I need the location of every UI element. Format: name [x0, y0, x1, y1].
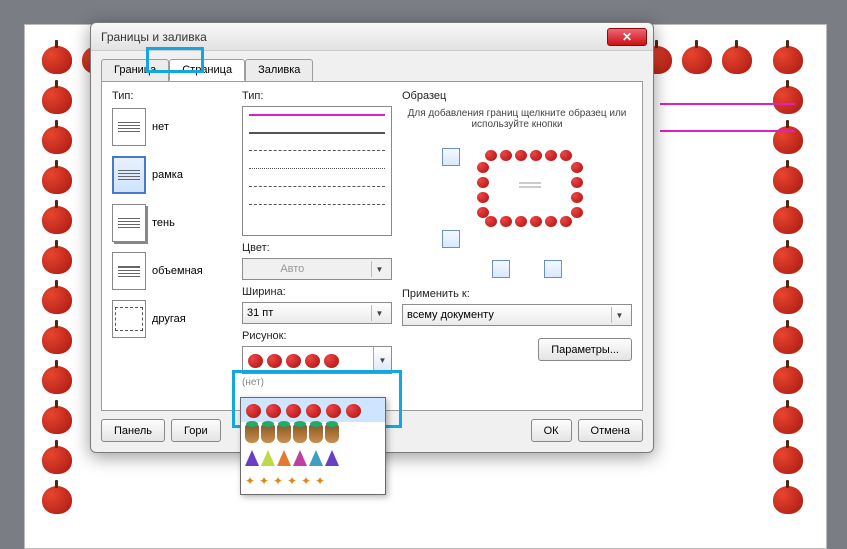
apple-art-preview	[247, 351, 341, 369]
close-icon: ✕	[622, 30, 632, 44]
chevron-down-icon: ▼	[371, 261, 387, 277]
tab-border[interactable]: Граница	[101, 59, 169, 81]
art-option-cones[interactable]	[241, 446, 385, 470]
style-label: Тип:	[242, 90, 392, 102]
chevron-down-icon: ▼	[371, 305, 387, 321]
preview-bottom-button[interactable]	[442, 230, 460, 248]
dialog-title: Границы и заливка	[101, 30, 207, 44]
dialog-body: Тип: нет рамка тень	[101, 81, 643, 411]
page-border-right	[771, 40, 811, 539]
close-button[interactable]: ✕	[607, 28, 647, 46]
setting-box[interactable]: рамка	[112, 154, 232, 196]
apply-value: всему документу	[407, 309, 494, 321]
style-dashed[interactable]	[249, 150, 385, 152]
doc-rule-line	[660, 103, 795, 105]
art-none-hint: (нет)	[242, 377, 392, 388]
setting-custom[interactable]: другая	[112, 298, 232, 340]
art-option-apples[interactable]	[241, 398, 385, 422]
setting-none[interactable]: нет	[112, 106, 232, 148]
setting-none-label: нет	[152, 121, 169, 133]
shadow-icon	[112, 204, 146, 242]
tab-fill[interactable]: Заливка	[245, 59, 313, 81]
setting-column: Тип: нет рамка тень	[112, 90, 232, 398]
art-option-palms[interactable]	[241, 422, 385, 446]
chevron-down-icon: ▼	[611, 307, 627, 323]
custom-icon	[112, 300, 146, 338]
style-column: Тип: Цвет: Авто ▼ Ширина: 31 пт ▼ Рисуно…	[242, 90, 392, 398]
preview-column: Образец Для добавления границ щелкните о…	[402, 90, 632, 398]
volume-icon	[112, 252, 146, 290]
setting-3d[interactable]: объемная	[112, 250, 232, 292]
style-solid-thin[interactable]	[249, 132, 385, 134]
width-label: Ширина:	[242, 286, 392, 298]
setting-custom-label: другая	[152, 313, 186, 325]
toolbar-button[interactable]: Панель	[101, 419, 165, 442]
width-combo[interactable]: 31 пт ▼	[242, 302, 392, 324]
chevron-down-icon: ▼	[373, 347, 391, 373]
preview-top-button[interactable]	[442, 148, 460, 166]
color-combo[interactable]: Авто ▼	[242, 258, 392, 280]
width-value: 31 пт	[247, 307, 273, 319]
cancel-button[interactable]: Отмена	[578, 419, 643, 442]
preview-label: Образец	[402, 90, 632, 102]
style-solid-magenta[interactable]	[249, 114, 385, 116]
preview-hint: Для добавления границ щелкните образец и…	[402, 108, 632, 130]
doc-rule-line	[660, 130, 795, 132]
apply-label: Применить к:	[402, 288, 632, 300]
color-value: Авто	[280, 263, 304, 275]
preview-left-button[interactable]	[492, 260, 510, 278]
art-option-sparks[interactable]	[241, 470, 385, 494]
art-label: Рисунок:	[242, 330, 392, 342]
page-border-left	[40, 40, 80, 539]
art-dropdown-list[interactable]	[240, 397, 386, 495]
apply-to-combo[interactable]: всему документу ▼	[402, 304, 632, 326]
style-dotted[interactable]	[249, 168, 385, 170]
preview-frame	[476, 148, 584, 236]
line-style-list[interactable]	[242, 106, 392, 236]
ok-button[interactable]: ОК	[531, 419, 572, 442]
none-icon	[112, 108, 146, 146]
preview-box	[432, 148, 602, 278]
horizontal-line-button[interactable]: Гори	[171, 419, 221, 442]
setting-box-label: рамка	[152, 169, 183, 181]
preview-right-button[interactable]	[544, 260, 562, 278]
setting-shadow[interactable]: тень	[112, 202, 232, 244]
titlebar[interactable]: Границы и заливка ✕	[91, 23, 653, 51]
color-label: Цвет:	[242, 242, 392, 254]
borders-shading-dialog: Границы и заливка ✕ Граница Страница Зал…	[90, 22, 654, 453]
box-icon	[112, 156, 146, 194]
style-dashdotdot[interactable]	[249, 204, 385, 206]
type-label: Тип:	[112, 90, 232, 102]
style-dashdot[interactable]	[249, 186, 385, 188]
setting-3d-label: объемная	[152, 265, 203, 277]
tab-page[interactable]: Страница	[169, 59, 245, 81]
options-button[interactable]: Параметры...	[538, 338, 632, 361]
art-combo[interactable]: ▼	[242, 346, 392, 374]
setting-shadow-label: тень	[152, 217, 175, 229]
tab-row: Граница Страница Заливка	[91, 51, 653, 81]
